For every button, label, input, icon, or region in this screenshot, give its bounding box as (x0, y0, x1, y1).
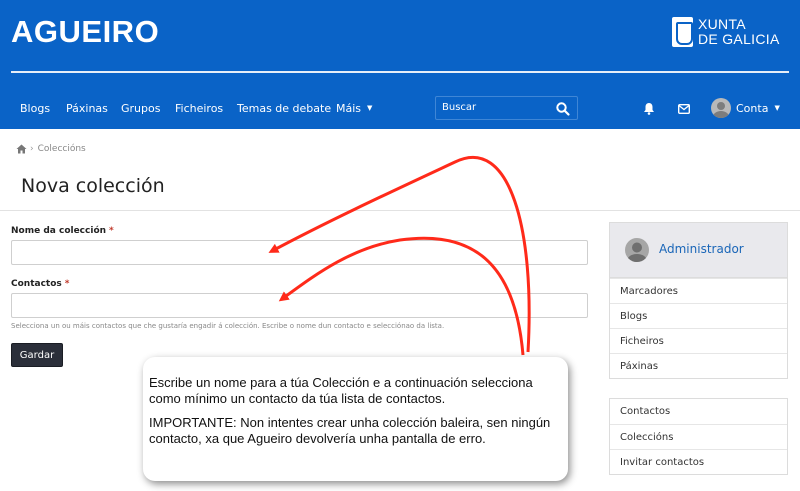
sidebar-item-contactos[interactable]: Contactos (610, 399, 787, 424)
nav-paxinas[interactable]: Páxinas (66, 102, 108, 115)
logo-line2: DE GALICIA (698, 31, 780, 47)
nav-mais[interactable]: Máis ▼ (336, 102, 372, 115)
avatar[interactable] (625, 238, 649, 262)
sidebar-item-invitar-contactos[interactable]: Invitar contactos (610, 449, 787, 474)
profile-header: Administrador (610, 223, 787, 278)
name-field-label: Nome da colección * (11, 226, 114, 236)
header-divider (11, 71, 789, 73)
xunta-logo[interactable]: XUNTA DE GALICIA (672, 17, 780, 47)
search-icon[interactable] (555, 101, 571, 117)
profile-name[interactable]: Administrador (659, 242, 744, 256)
contacts-input[interactable] (11, 293, 588, 318)
sidebar-item-blogs[interactable]: Blogs (610, 303, 787, 328)
contacts-help-text: Selecciona un ou máis contactos que che … (11, 322, 445, 330)
nav-ficheiros[interactable]: Ficheiros (175, 102, 223, 115)
callout-text-2: IMPORTANTE: Non intentes crear unha cole… (149, 415, 551, 446)
account-label: Conta (736, 102, 769, 115)
xunta-crest-icon (672, 17, 693, 47)
required-mark: * (109, 226, 114, 236)
help-callout: Escribe un nome para a túa Colección e a… (143, 357, 568, 481)
nav-temas-de-debate[interactable]: Temas de debate (237, 102, 331, 115)
search-input[interactable] (442, 102, 547, 113)
breadcrumb-separator: › (30, 144, 34, 154)
account-menu[interactable]: Conta ▼ (736, 102, 780, 115)
chevron-down-icon: ▼ (774, 104, 780, 112)
site-brand[interactable]: AGUEIRO (11, 14, 159, 50)
breadcrumb-item[interactable]: Coleccións (38, 144, 86, 154)
sidebar-item-paxinas[interactable]: Páxinas (610, 353, 787, 378)
search-box (435, 96, 578, 120)
chevron-down-icon: ▼ (367, 104, 373, 112)
nav-mais-label: Máis (336, 102, 362, 115)
mail-icon[interactable] (678, 104, 690, 114)
logo-line1: XUNTA (698, 16, 746, 32)
callout-text-1: Escribe un nome para a túa Colección e a… (149, 375, 533, 406)
sidebar-item-marcadores[interactable]: Marcadores (610, 278, 787, 303)
nav-blogs[interactable]: Blogs (20, 102, 50, 115)
sidebar-item-coleccions[interactable]: Coleccións (610, 424, 787, 449)
save-button[interactable]: Gardar (11, 343, 63, 367)
required-mark: * (64, 279, 70, 289)
page-title: Nova colección (21, 175, 165, 197)
contacts-panel: Contactos Coleccións Invitar contactos (609, 398, 788, 475)
profile-panel: Administrador Marcadores Blogs Ficheiros… (609, 222, 788, 379)
breadcrumb: › Coleccións (16, 144, 86, 154)
avatar[interactable] (711, 98, 731, 118)
contacts-field-label: Contactos * (11, 279, 70, 289)
collection-name-input[interactable] (11, 240, 588, 265)
nav-grupos[interactable]: Grupos (121, 102, 160, 115)
bell-icon[interactable] (643, 102, 655, 115)
home-icon[interactable] (16, 144, 27, 154)
sidebar-item-ficheiros[interactable]: Ficheiros (610, 328, 787, 353)
title-divider (0, 210, 800, 211)
